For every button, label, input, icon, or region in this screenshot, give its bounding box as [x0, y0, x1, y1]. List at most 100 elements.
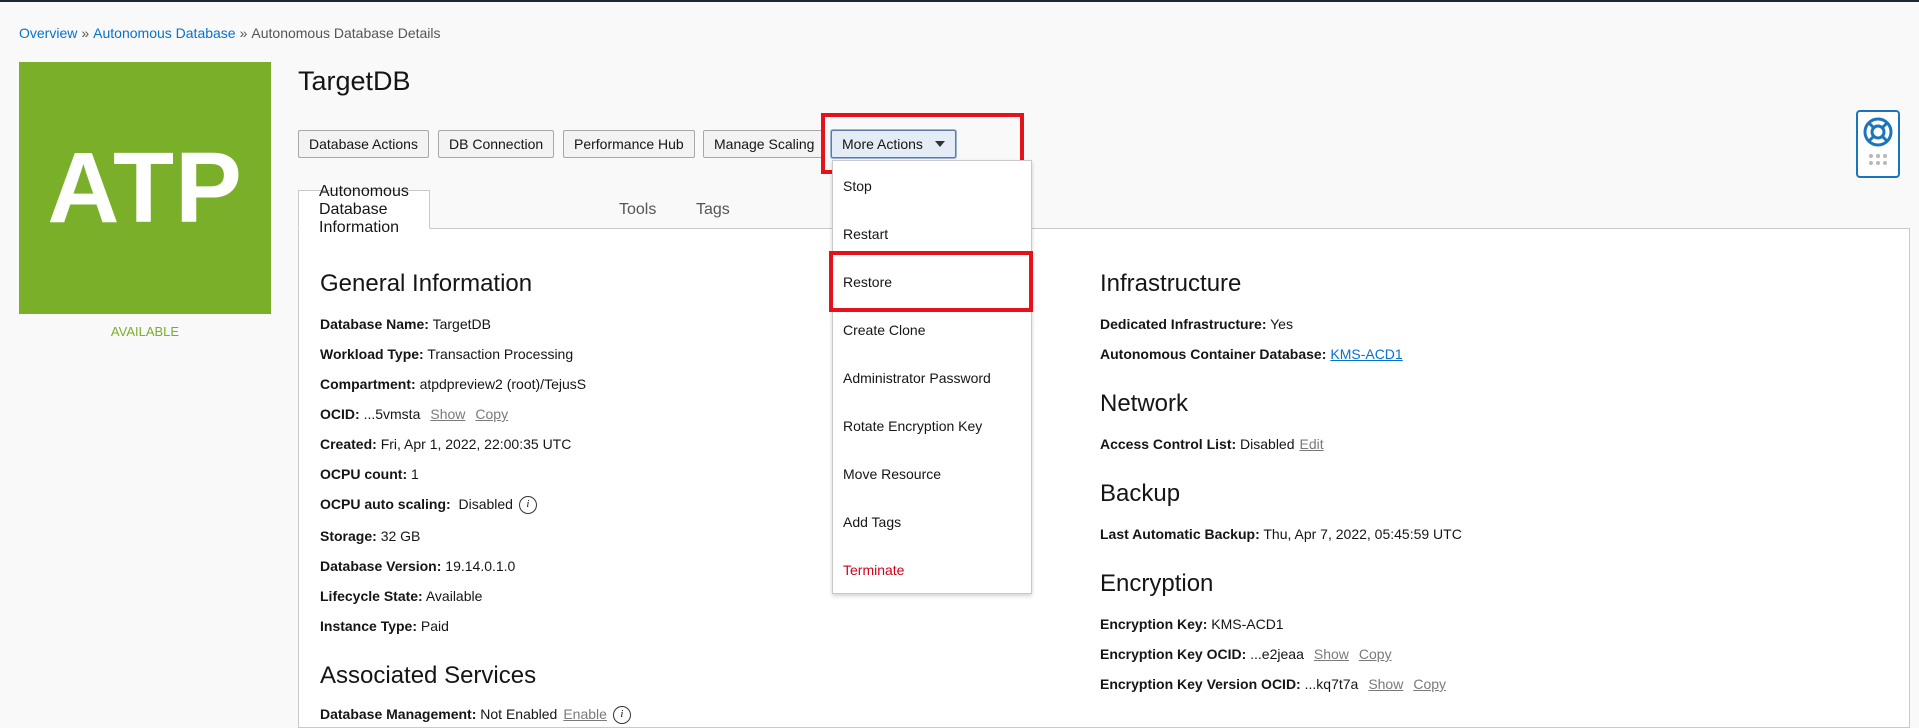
access-control-list-row: Access Control List: Disabled Edit [1100, 436, 1324, 452]
row-label: OCPU count: [320, 466, 408, 482]
menu-item-administrator-password[interactable]: Administrator Password [843, 370, 991, 386]
workload-type-row: Workload Type: Transaction Processing [320, 346, 573, 362]
backup-heading: Backup [1100, 480, 1181, 507]
associated-services-heading: Associated Services [320, 662, 537, 689]
row-value: atpdpreview2 (root)/TejusS [419, 376, 587, 392]
help-widget[interactable] [1856, 110, 1900, 178]
tab-autonomous-database-information[interactable]: Autonomous Database Information [298, 183, 430, 236]
infrastructure-heading: Infrastructure [1100, 270, 1242, 297]
info-icon[interactable]: i [518, 496, 537, 515]
row-label: Database Version: [320, 558, 442, 574]
encryption-heading: Encryption [1100, 570, 1214, 597]
breadcrumb-overview[interactable]: Overview [19, 25, 77, 41]
row-label: Instance Type: [320, 618, 417, 634]
key-ocid-show-link[interactable]: Show [1314, 646, 1349, 662]
row-value: Paid [420, 618, 449, 634]
manage-scaling-button[interactable]: Manage Scaling [703, 130, 826, 158]
row-value: ...e2jeaa [1250, 646, 1304, 662]
atp-badge: ATP [19, 62, 271, 314]
breadcrumb-current: Autonomous Database Details [251, 25, 441, 41]
menu-item-create-clone[interactable]: Create Clone [843, 322, 926, 338]
database-actions-button[interactable]: Database Actions [298, 130, 429, 158]
row-label: Autonomous Container Database: [1100, 346, 1327, 362]
row-label: Compartment: [320, 376, 416, 392]
row-label: Access Control List: [1100, 436, 1237, 452]
row-value: KMS-ACD1 [1211, 616, 1284, 632]
row-value: Disabled [1240, 436, 1295, 452]
encryption-key-ocid-row: Encryption Key OCID: ...e2jeaa Show Copy [1100, 646, 1392, 662]
breadcrumb-separator: » [239, 25, 248, 41]
ocid-row: OCID: ...5vmsta Show Copy [320, 406, 508, 422]
row-label: Database Name: [320, 316, 429, 332]
row-label: Workload Type: [320, 346, 424, 362]
key-version-show-link[interactable]: Show [1368, 676, 1403, 692]
database-management-row: Database Management: Not Enabled Enable i [320, 706, 631, 725]
general-information-heading: General Information [320, 270, 533, 297]
row-label: OCPU auto scaling: [320, 496, 451, 512]
row-value: Fri, Apr 1, 2022, 22:00:35 UTC [380, 436, 572, 452]
row-value: Available [425, 588, 483, 604]
created-row: Created: Fri, Apr 1, 2022, 22:00:35 UTC [320, 436, 571, 452]
status-label: AVAILABLE [110, 324, 180, 339]
db-connection-button[interactable]: DB Connection [438, 130, 555, 158]
ocpu-count-row: OCPU count: 1 [320, 466, 419, 482]
page-title: TargetDB [298, 66, 411, 96]
tab-tools[interactable]: Tools [619, 190, 656, 229]
ocid-copy-link[interactable]: Copy [475, 406, 508, 422]
dedicated-infrastructure-row: Dedicated Infrastructure: Yes [1100, 316, 1293, 332]
tab-tags[interactable]: Tags [696, 190, 730, 229]
encryption-key-version-row: Encryption Key Version OCID: ...kq7t7a Sh… [1100, 676, 1446, 692]
top-border [0, 0, 1919, 2]
database-version-row: Database Version: 19.14.0.1.0 [320, 558, 515, 574]
performance-hub-button[interactable]: Performance Hub [563, 130, 695, 158]
ocpu-auto-scaling-row: OCPU auto scaling: Disabled i [320, 496, 537, 515]
menu-item-restart[interactable]: Restart [843, 226, 888, 242]
row-value: 32 GB [380, 528, 421, 544]
row-value: 1 [411, 466, 419, 482]
last-backup-row: Last Automatic Backup: Thu, Apr 7, 2022,… [1100, 526, 1462, 542]
ocid-show-link[interactable]: Show [430, 406, 465, 422]
row-value: Yes [1270, 316, 1293, 332]
database-name-row: Database Name: TargetDB [320, 316, 491, 332]
badge-text: ATP [47, 131, 243, 244]
breadcrumb-autonomous-database[interactable]: Autonomous Database [93, 25, 235, 41]
lifebuoy-icon [1863, 117, 1893, 165]
breadcrumb-separator: » [81, 25, 90, 41]
row-label: Last Automatic Backup: [1100, 526, 1260, 542]
menu-item-move-resource[interactable]: Move Resource [843, 466, 941, 482]
highlight-restore [829, 251, 1033, 312]
container-database-link[interactable]: KMS-ACD1 [1330, 346, 1402, 362]
acl-edit-link[interactable]: Edit [1300, 436, 1324, 452]
menu-item-rotate-encryption-key[interactable]: Rotate Encryption Key [843, 418, 982, 434]
encryption-key-row: Encryption Key: KMS-ACD1 [1100, 616, 1284, 632]
menu-item-terminate[interactable]: Terminate [843, 562, 904, 578]
storage-row: Storage: 32 GB [320, 528, 420, 544]
row-label: Lifecycle State: [320, 588, 423, 604]
row-value: TargetDB [432, 316, 491, 332]
container-database-row: Autonomous Container Database: KMS-ACD1 [1100, 346, 1403, 362]
row-label: Encryption Key Version OCID: [1100, 676, 1301, 692]
row-value: Thu, Apr 7, 2022, 05:45:59 UTC [1263, 526, 1462, 542]
menu-item-stop[interactable]: Stop [843, 178, 872, 194]
key-ocid-copy-link[interactable]: Copy [1359, 646, 1392, 662]
key-version-copy-link[interactable]: Copy [1413, 676, 1446, 692]
info-icon[interactable]: i [612, 706, 631, 725]
menu-item-add-tags[interactable]: Add Tags [843, 514, 901, 530]
network-heading: Network [1100, 390, 1189, 417]
row-value: 19.14.0.1.0 [445, 558, 516, 574]
breadcrumb: Overview» Autonomous Database» Autonomous … [19, 25, 441, 41]
row-label: Created: [320, 436, 377, 452]
row-value: ...kq7t7a [1304, 676, 1359, 692]
row-label: Storage: [320, 528, 377, 544]
more-actions-menu: Stop Restart Restore Create Clone Admini… [832, 160, 1032, 594]
row-label: Encryption Key OCID: [1100, 646, 1247, 662]
row-label: Dedicated Infrastructure: [1100, 316, 1267, 332]
lifecycle-state-row: Lifecycle State: Available [320, 588, 482, 604]
row-label: Encryption Key: [1100, 616, 1208, 632]
compartment-row: Compartment: atpdpreview2 (root)/TejusS [320, 376, 586, 392]
row-value: Transaction Processing [427, 346, 574, 362]
row-value: Disabled [458, 496, 513, 512]
row-label: OCID: [320, 406, 360, 422]
instance-type-row: Instance Type: Paid [320, 618, 449, 634]
row-value: ...5vmsta [363, 406, 421, 422]
